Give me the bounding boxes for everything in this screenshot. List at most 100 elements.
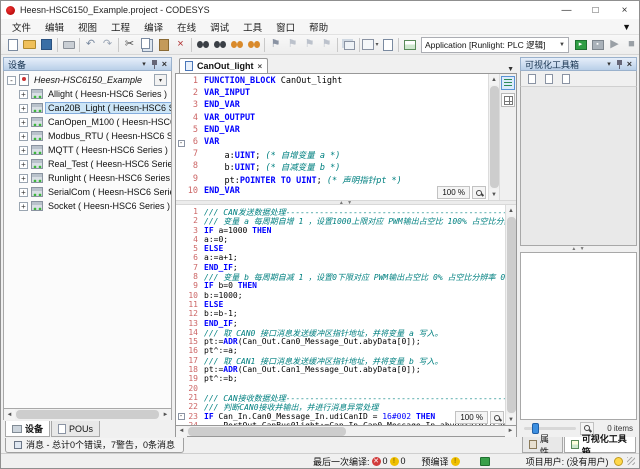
- declaration-editor[interactable]: 1FUNCTION_BLOCK CanOut_light2VAR_INPUT3E…: [176, 74, 516, 200]
- expand-icon[interactable]: +: [19, 160, 28, 169]
- hotkeys-configuration-button[interactable]: [541, 72, 556, 86]
- editor-tab-canout-light[interactable]: CanOut_light ×: [179, 58, 268, 73]
- vis-toolbox-item-list[interactable]: [520, 252, 637, 420]
- menu-help[interactable]: 帮助: [302, 19, 335, 35]
- tab-devices[interactable]: 设备: [5, 421, 50, 437]
- pin-icon[interactable]: [617, 60, 622, 69]
- minimize-button[interactable]: —: [552, 1, 581, 19]
- device-tree-item[interactable]: +CanOpen_M100 ( Heesn-HSC6 Series ): [4, 115, 171, 129]
- pin-icon[interactable]: [152, 60, 157, 69]
- vscroll-thumb[interactable]: [490, 86, 499, 188]
- multiple-download-button[interactable]: [340, 36, 357, 53]
- menu-online[interactable]: 在线: [170, 19, 203, 35]
- expand-icon[interactable]: +: [19, 188, 28, 197]
- declaration-zoom-level[interactable]: 100 %: [437, 186, 470, 199]
- expand-icon[interactable]: +: [19, 146, 28, 155]
- device-tree-item[interactable]: +Modbus_RTU ( Heesn-HSC6 Series ): [4, 129, 171, 143]
- build-menu-button[interactable]: ▾: [362, 36, 379, 53]
- expand-icon[interactable]: +: [19, 174, 28, 183]
- replace-button[interactable]: [228, 36, 245, 53]
- panel-dropdown-icon[interactable]: ▾: [142, 60, 146, 68]
- expand-icon[interactable]: +: [19, 90, 28, 99]
- menu-project[interactable]: 工程: [104, 19, 137, 35]
- textual-view-button[interactable]: [501, 76, 515, 90]
- logout-button[interactable]: ▪: [589, 36, 606, 53]
- paste-button[interactable]: [155, 36, 172, 53]
- device-tree-item[interactable]: +Real_Test ( Heesn-HSC6 Series ): [4, 157, 171, 171]
- redo-button[interactable]: ↷: [99, 36, 116, 53]
- implementation-zoom-level[interactable]: 100 %: [455, 411, 488, 424]
- replace-next-button[interactable]: [245, 36, 262, 53]
- device-tree-item[interactable]: +Can20B_Light ( Heesn-HSC6 Series ): [4, 101, 171, 115]
- bookmark-toggle-button[interactable]: ⚑: [267, 36, 284, 53]
- menu-file[interactable]: 文件: [5, 19, 38, 35]
- scroll-left-icon[interactable]: ◄: [4, 409, 15, 420]
- scroll-down-icon[interactable]: ▼: [489, 189, 500, 200]
- menu-view[interactable]: 视图: [71, 19, 104, 35]
- cut-button[interactable]: ✂: [121, 36, 138, 53]
- menu-edit[interactable]: 编辑: [38, 19, 71, 35]
- bookmark-next-button[interactable]: ⚑: [284, 36, 301, 53]
- scroll-up-icon[interactable]: ▲: [506, 205, 517, 216]
- menu-debug[interactable]: 调试: [203, 19, 236, 35]
- scroll-up-icon[interactable]: ▲: [489, 74, 500, 85]
- visualization-grid-button[interactable]: [401, 36, 418, 53]
- scroll-right-icon[interactable]: ►: [160, 409, 171, 420]
- save-button[interactable]: [38, 36, 55, 53]
- messages-tab[interactable]: 消息 - 总计0个错误，7警告，0条消息: [5, 438, 184, 453]
- login-button[interactable]: ▸: [572, 36, 589, 53]
- device-tree-item[interactable]: +Socket ( Heesn-HSC6 Series ): [4, 199, 171, 213]
- hscroll-thumb[interactable]: [16, 410, 159, 419]
- copy-button[interactable]: [138, 36, 155, 53]
- fold-collapse-icon[interactable]: -: [178, 140, 185, 147]
- tab-overflow-icon[interactable]: ▼: [507, 66, 514, 73]
- menu-build[interactable]: 编译: [137, 19, 170, 35]
- zoom-button[interactable]: [490, 411, 504, 424]
- scroll-right-icon[interactable]: ►: [505, 426, 516, 437]
- declaration-code[interactable]: 1FUNCTION_BLOCK CanOut_light2VAR_INPUT3E…: [176, 74, 488, 200]
- print-button[interactable]: [60, 36, 77, 53]
- collapse-icon[interactable]: -: [7, 76, 16, 85]
- device-tree-hscrollbar[interactable]: ◄ ►: [3, 409, 172, 420]
- device-tree-item[interactable]: +MQTT ( Heesn-HSC6 Series ): [4, 143, 171, 157]
- panel-dropdown-icon[interactable]: ▾: [607, 60, 611, 68]
- scroll-left-icon[interactable]: ◄: [176, 426, 187, 437]
- menu-window[interactable]: 窗口: [269, 19, 302, 35]
- bookmark-previous-button[interactable]: ⚑: [301, 36, 318, 53]
- start-button[interactable]: ▶: [606, 36, 623, 53]
- root-dropdown-icon[interactable]: ▾: [154, 74, 167, 86]
- expand-icon[interactable]: +: [19, 202, 28, 211]
- fold-collapse-icon[interactable]: -: [178, 413, 185, 420]
- implementation-vscrollbar[interactable]: ▲ ▼: [505, 205, 516, 425]
- stop-button[interactable]: ■: [623, 36, 639, 53]
- bookmark-clear-button[interactable]: ⚑: [318, 36, 335, 53]
- filter-icon[interactable]: ▼: [622, 22, 631, 32]
- device-tree-item[interactable]: +SerialCom ( Heesn-HSC6 Series ): [4, 185, 171, 199]
- find-button[interactable]: [194, 36, 211, 53]
- size-slider[interactable]: [524, 427, 576, 430]
- menu-tools[interactable]: 工具: [236, 19, 269, 35]
- delete-button[interactable]: ×: [172, 36, 189, 53]
- slider-thumb[interactable]: [532, 423, 539, 434]
- declaration-vscrollbar[interactable]: ▲ ▼: [488, 74, 499, 200]
- vscroll-thumb[interactable]: [507, 217, 516, 413]
- visualization-manager-button[interactable]: [558, 72, 573, 86]
- application-selector[interactable]: Application [Runlight: PLC 逻辑]▼: [421, 37, 569, 53]
- tab-vis-toolbox[interactable]: 可视化工具箱: [564, 437, 636, 453]
- implementation-editor[interactable]: 1/// CAN发送数据处理--------------------------…: [176, 205, 516, 425]
- maximize-button[interactable]: □: [581, 1, 610, 19]
- close-icon[interactable]: ×: [627, 59, 632, 69]
- hscroll-thumb[interactable]: [188, 427, 346, 436]
- close-icon[interactable]: ×: [162, 59, 167, 69]
- new-file-button[interactable]: [4, 36, 21, 53]
- find-next-button[interactable]: [211, 36, 228, 53]
- device-tree-item[interactable]: +Allight ( Heesn-HSC6 Series ): [4, 87, 171, 101]
- zoom-button[interactable]: [472, 186, 486, 199]
- expand-icon[interactable]: +: [19, 132, 28, 141]
- device-tree-root[interactable]: -Heesn-HSC6150_Example▾: [4, 73, 171, 87]
- close-button[interactable]: ×: [610, 1, 639, 19]
- implementation-code[interactable]: 1/// CAN发送数据处理--------------------------…: [176, 205, 505, 425]
- notification-icon[interactable]: [614, 457, 623, 466]
- expand-icon[interactable]: +: [19, 118, 28, 127]
- editor-hscrollbar[interactable]: ◄ ►: [175, 426, 517, 437]
